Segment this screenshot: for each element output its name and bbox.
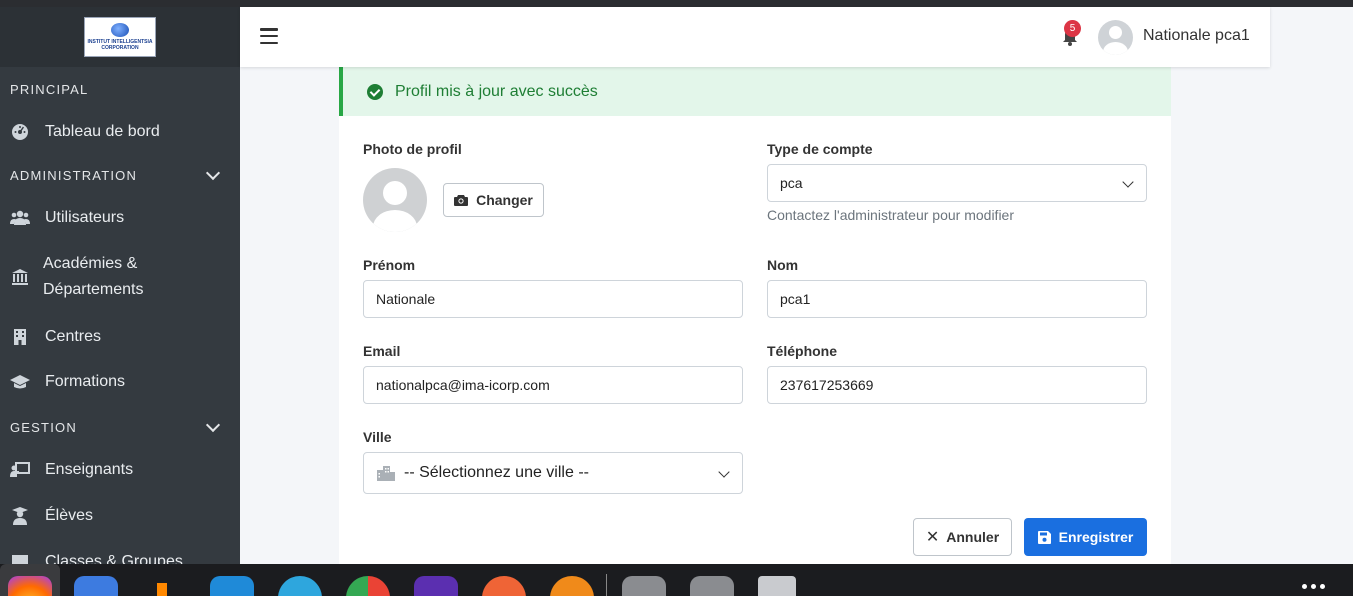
account-type-select[interactable]: pca [767, 164, 1147, 202]
phone-label: Téléphone [767, 343, 838, 359]
alert-message: Profil mis à jour avec succès [395, 82, 598, 100]
header-right-gap [1270, 7, 1353, 67]
chevron-down-icon [718, 466, 730, 478]
last-name-value: pca1 [780, 291, 811, 307]
profile-photo [363, 168, 427, 232]
section-principal: PRINCIPAL [0, 67, 240, 111]
logo-area: INSTITUT INTELLIGENTSIA CORPORATION [0, 7, 240, 67]
student-icon [10, 506, 30, 526]
photo-label: Photo de profil [363, 141, 462, 157]
sidebar-item-teachers[interactable]: Enseignants [0, 449, 240, 491]
section-label: GESTION [10, 419, 77, 435]
chevron-down-icon [205, 165, 221, 180]
dashboard-icon [10, 122, 30, 142]
globe-icon [111, 23, 129, 37]
section-gestion[interactable]: GESTION [0, 405, 240, 449]
cancel-button[interactable]: ✕ Annuler [913, 518, 1012, 556]
sidebar-item-classes[interactable]: Classes & Groupes [0, 541, 240, 564]
sidebar-item-users[interactable]: Utilisateurs [0, 197, 240, 239]
success-alert: Profil mis à jour avec succès [339, 67, 1171, 116]
section-administration[interactable]: ADMINISTRATION [0, 153, 240, 197]
graduation-cap-icon [10, 372, 30, 392]
sidebar-item-label: Élèves [45, 507, 94, 524]
taskbar-separator [606, 574, 607, 596]
last-name-label: Nom [767, 257, 799, 273]
phone-field[interactable]: 237617253669 [767, 366, 1147, 404]
taskbar [0, 564, 1353, 596]
disk-icon[interactable] [690, 576, 734, 596]
user-avatar[interactable] [1098, 20, 1133, 55]
city-select[interactable]: -- Sélectionnez une ville -- [363, 452, 743, 494]
cancel-label: Annuler [946, 529, 1000, 545]
city-icon [377, 466, 395, 481]
notification-badge: 5 [1064, 20, 1081, 37]
tor-icon[interactable] [414, 576, 458, 596]
change-photo-button[interactable]: Changer [443, 183, 544, 217]
profile-card: Profil mis à jour avec succès Photo de p… [339, 67, 1171, 564]
app-grid-icon[interactable] [1302, 584, 1325, 589]
sidebar-item-label: Classes & Groupes [45, 553, 183, 564]
first-name-field[interactable]: Nationale [363, 280, 743, 318]
sidebar-item-label: Formations [45, 373, 126, 390]
git-icon[interactable] [482, 576, 526, 596]
institution-icon [10, 267, 30, 287]
city-label: Ville [363, 429, 392, 445]
chevron-down-icon [205, 417, 221, 432]
sidebar-item-label: Tableau de bord [45, 123, 160, 140]
vlc-icon[interactable] [142, 576, 182, 596]
email-label: Email [363, 343, 401, 359]
top-header: 5 Nationale pca1 [240, 7, 1270, 67]
sidebar-item-dashboard[interactable]: Tableau de bord [0, 111, 240, 153]
window-top-strip [0, 0, 1353, 7]
first-name-label: Prénom [363, 257, 416, 273]
sidebar-item-academies[interactable]: Académies & Départements [0, 239, 240, 315]
building-icon [10, 327, 30, 347]
user-name[interactable]: Nationale pca1 [1143, 27, 1250, 45]
email-value: nationalpca@ima-icorp.com [376, 377, 550, 393]
users-icon [10, 208, 30, 228]
change-photo-label: Changer [476, 192, 533, 208]
city-placeholder: -- Sélectionnez une ville -- [404, 464, 589, 481]
main-content: Profil mis à jour avec succès Photo de p… [240, 67, 1353, 564]
account-type-value: pca [780, 175, 803, 191]
camera-icon [454, 195, 469, 206]
account-type-label: Type de compte [767, 141, 873, 157]
firefox-icon[interactable] [8, 576, 52, 596]
save-label: Enregistrer [1058, 529, 1134, 545]
trash-icon[interactable] [758, 576, 796, 596]
classes-icon [10, 552, 30, 564]
save-button[interactable]: Enregistrer [1024, 518, 1147, 556]
telegram-icon[interactable] [278, 576, 322, 596]
chrome-icon[interactable] [346, 576, 390, 596]
blender-icon[interactable] [550, 576, 594, 596]
sidebar-item-students[interactable]: Élèves [0, 491, 240, 541]
logo-text: INSTITUT INTELLIGENTSIA CORPORATION [87, 39, 153, 51]
sidebar: INSTITUT INTELLIGENTSIA CORPORATION PRIN… [0, 7, 240, 564]
chevron-down-icon [1122, 176, 1134, 188]
hamburger-menu-icon[interactable] [260, 28, 278, 44]
section-label: ADMINISTRATION [10, 167, 138, 183]
teacher-icon [10, 460, 30, 480]
phone-value: 237617253669 [780, 377, 874, 393]
email-field[interactable]: nationalpca@ima-icorp.com [363, 366, 743, 404]
sidebar-item-centres[interactable]: Centres [0, 315, 240, 359]
sidebar-item-label: Utilisateurs [45, 209, 125, 226]
first-name-value: Nationale [376, 291, 436, 307]
section-label: PRINCIPAL [10, 81, 89, 97]
close-icon: ✕ [925, 529, 940, 546]
disk-icon[interactable] [622, 576, 666, 596]
sidebar-item-formations[interactable]: Formations [0, 359, 240, 405]
sidebar-item-label: Centres [45, 328, 102, 345]
account-type-help: Contactez l'administrateur pour modifier [767, 207, 1015, 223]
save-icon [1037, 530, 1051, 544]
last-name-field[interactable]: pca1 [767, 280, 1147, 318]
files-icon[interactable] [74, 576, 118, 596]
logo[interactable]: INSTITUT INTELLIGENTSIA CORPORATION [84, 17, 156, 57]
sidebar-item-label: Enseignants [45, 461, 134, 478]
sidebar-item-label: Académies & Départements [43, 255, 144, 298]
vscode-icon[interactable] [210, 576, 254, 596]
check-circle-icon [367, 83, 383, 100]
